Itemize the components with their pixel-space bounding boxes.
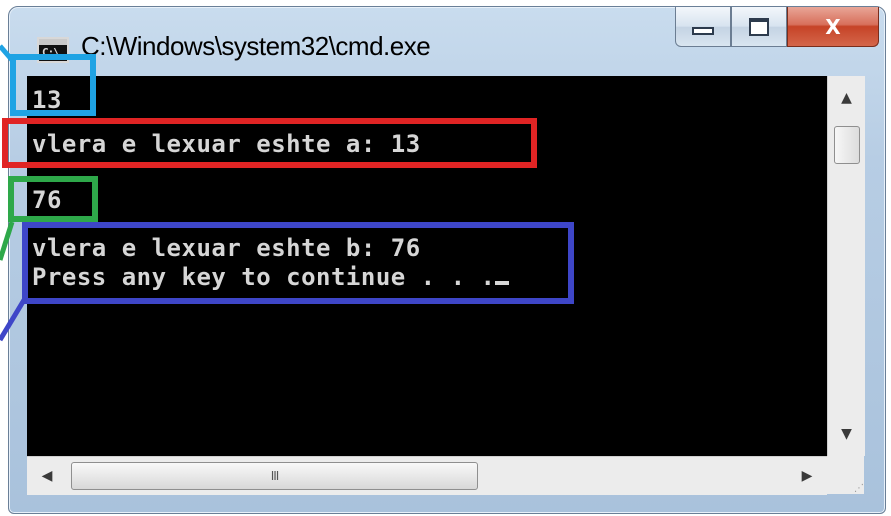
scroll-left-arrow-icon[interactable]: ◀ (27, 457, 67, 495)
close-button[interactable]: X (787, 7, 879, 47)
annotation-box-input-a (10, 54, 96, 116)
horizontal-scrollbar[interactable]: ◀ III ▶ (27, 456, 827, 495)
size-grip-icon[interactable]: ⋰ (827, 456, 864, 494)
maximize-icon (749, 17, 769, 36)
horizontal-scroll-thumb[interactable]: III (71, 462, 478, 490)
window-title: C:\Windows\system32\cmd.exe (81, 31, 431, 61)
annotation-box-input-b (8, 176, 98, 222)
scroll-down-arrow-icon[interactable]: ▼ (828, 412, 865, 456)
size-grip-glyph: ⋰ (854, 483, 864, 494)
scroll-up-arrow-icon[interactable]: ▲ (828, 76, 865, 120)
annotation-box-output-a (2, 118, 537, 168)
vertical-scroll-thumb[interactable] (834, 126, 860, 164)
caption-buttons: X (675, 7, 879, 47)
vertical-scrollbar[interactable]: ▲ ▼ (827, 76, 865, 456)
title-bar[interactable]: C:\ C:\Windows\system32\cmd.exe X (9, 7, 885, 83)
minimize-icon (692, 26, 714, 35)
scroll-right-arrow-icon[interactable]: ▶ (787, 457, 827, 495)
maximize-button[interactable] (731, 7, 787, 47)
scroll-grip-icon: III (270, 469, 280, 483)
close-icon: X (825, 14, 841, 39)
minimize-button[interactable] (675, 7, 731, 47)
annotation-box-output-b (22, 222, 574, 304)
